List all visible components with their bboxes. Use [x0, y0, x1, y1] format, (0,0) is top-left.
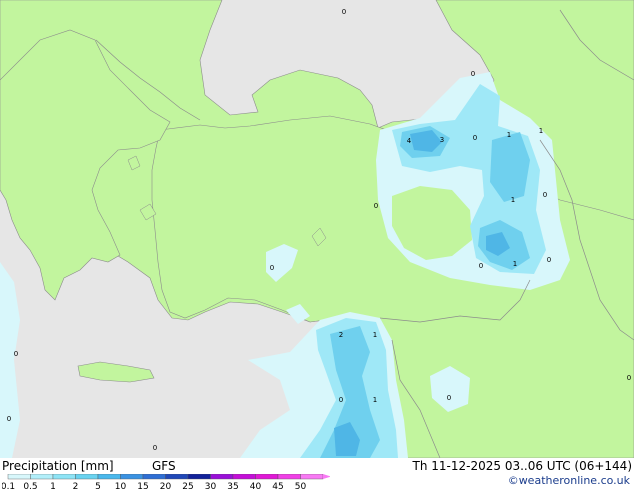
legend-swatch — [52, 474, 76, 480]
map-value-label: 0 — [339, 396, 343, 404]
legend-tick-label: 35 — [227, 482, 238, 490]
map-value-label: 0 — [543, 191, 547, 199]
legend-swatch — [30, 474, 54, 480]
legend-swatch — [142, 474, 166, 480]
legend-arrow — [323, 474, 330, 479]
legend-tick-label: 1 — [50, 482, 56, 490]
map-value-label: 1 — [373, 396, 377, 404]
model-name: GFS — [152, 459, 176, 473]
site-credit: ©weatheronline.co.uk — [507, 474, 630, 487]
map-value-label: 1 — [373, 331, 377, 339]
legend-tick-label: 15 — [137, 482, 148, 490]
map-value-label: 1 — [539, 127, 543, 135]
legend-swatch — [232, 474, 256, 480]
legend-swatch — [97, 474, 121, 480]
map-value-label: 0 — [473, 134, 477, 142]
map-value-label: 0 — [447, 394, 451, 402]
legend-tick-label: 0.5 — [23, 482, 37, 490]
legend-tick-label: 30 — [205, 482, 217, 490]
map-value-label: 0 — [547, 256, 551, 264]
legend-swatch — [187, 474, 211, 480]
legend-tick-label: 25 — [182, 482, 193, 490]
legend-swatch — [255, 474, 279, 480]
map-value-label: 0 — [14, 350, 18, 358]
map-value-label: 0 — [153, 444, 157, 452]
map-value-label: 1 — [511, 196, 515, 204]
legend-tick-label: 45 — [272, 482, 283, 490]
map-value-label: 3 — [440, 136, 444, 144]
map-value-label: 0 — [471, 70, 475, 78]
legend-swatch — [75, 474, 99, 480]
map-value-label: 4 — [407, 137, 412, 145]
map-title: Precipitation [mm] — [2, 459, 114, 473]
legend-swatch — [120, 474, 144, 480]
precipitation-color-scale: 0.1 0.5 1 2 5 10 15 20 25 30 35 40 45 50 — [2, 474, 330, 490]
legend-swatch — [277, 474, 301, 480]
footer-bar: Precipitation [mm] GFS Th 11-12-2025 03.… — [0, 458, 634, 490]
legend-tick-label: 20 — [160, 482, 172, 490]
map-value-label: 0 — [374, 202, 378, 210]
map-value-label: 2 — [339, 331, 343, 339]
legend-swatch — [7, 474, 31, 480]
legend-tick-label: 10 — [115, 482, 127, 490]
map-value-label: 1 — [513, 260, 517, 268]
legend-swatch — [210, 474, 234, 480]
map-value-label: 0 — [342, 8, 346, 16]
map-value-label: 0 — [7, 415, 11, 423]
legend-tick-label: 0.1 — [2, 482, 15, 490]
forecast-datetime: Th 11-12-2025 03..06 UTC (06+144) — [412, 459, 632, 473]
legend-tick-label: 40 — [250, 482, 262, 490]
map-value-label: 1 — [507, 131, 511, 139]
legend-swatch — [165, 474, 189, 480]
legend-tick-label: 5 — [95, 482, 101, 490]
map-value-label: 0 — [479, 262, 483, 270]
precipitation-map: 0 0 4 3 0 1 1 0 1 0 0 1 0 0 2 1 0 1 0 0 0 0 0 — [0, 0, 634, 458]
legend-swatch — [300, 474, 324, 480]
legend-tick-label: 2 — [73, 482, 79, 490]
legend-tick-label: 50 — [295, 482, 307, 490]
map-value-label: 0 — [627, 374, 631, 382]
weather-map-page: 00430110100100210100000 Precipitation [m… — [0, 0, 634, 490]
map-value-label: 0 — [270, 264, 274, 272]
